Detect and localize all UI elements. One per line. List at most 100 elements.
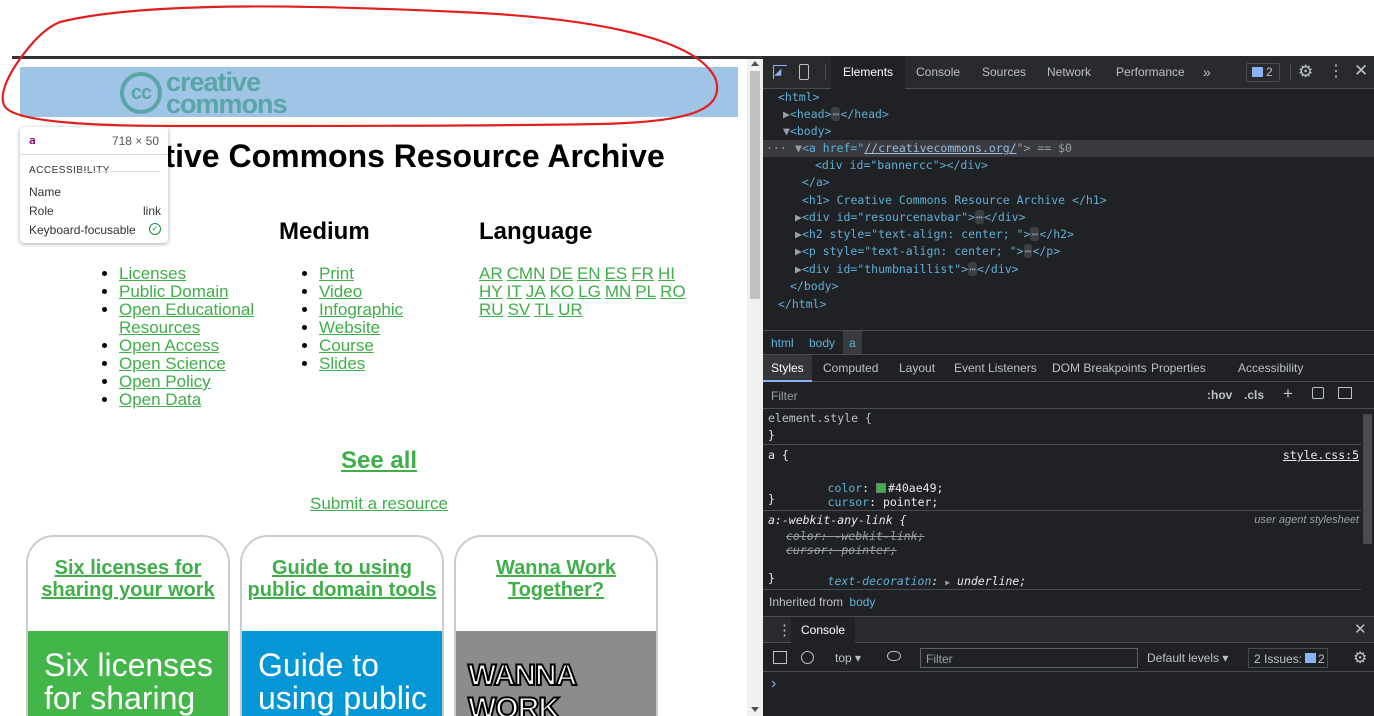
language-link[interactable]: FR	[631, 264, 654, 283]
settings-gear-icon[interactable]: ⚙	[1298, 63, 1313, 81]
card-title-link[interactable]: Wanna Work Together?	[496, 557, 616, 601]
card-title-link[interactable]: Guide to using public domain tools	[248, 557, 437, 601]
ua-rule-selector[interactable]: a:-webkit-any-link {	[768, 512, 906, 529]
paint-format-icon[interactable]	[1312, 387, 1324, 399]
log-levels-select[interactable]: Default levels ▾	[1147, 651, 1228, 665]
a-rule-selector[interactable]: a {	[768, 447, 789, 464]
dom-html-open[interactable]: <html>	[778, 89, 820, 106]
console-sidebar-icon[interactable]	[773, 651, 787, 664]
language-link[interactable]: AR	[479, 264, 503, 283]
sidebar-tab-layout[interactable]: Layout	[891, 355, 943, 382]
context-select[interactable]: top ▾	[835, 651, 861, 665]
scroll-up-icon[interactable]	[751, 61, 759, 66]
card-image[interactable]: WANNA WORK	[456, 631, 656, 716]
language-link[interactable]: JA	[526, 282, 546, 301]
language-link[interactable]: RU	[479, 300, 504, 319]
dom-html-close[interactable]: </html>	[778, 296, 826, 313]
type-link[interactable]: Resources	[119, 318, 200, 337]
type-link[interactable]: Open Access	[119, 336, 219, 355]
type-link[interactable]: Open Educational	[119, 300, 254, 319]
dom-div-thumb[interactable]: ▶<div id="thumbnaillist">⋯</div>	[795, 261, 1019, 278]
sidebar-tab-event-listeners[interactable]: Event Listeners	[946, 355, 1045, 382]
language-link[interactable]: CMN	[507, 264, 546, 283]
language-link[interactable]: DE	[549, 264, 573, 283]
sidebar-toggle-icon[interactable]	[1338, 387, 1352, 399]
medium-link[interactable]: Slides	[319, 354, 365, 373]
language-link[interactable]: IT	[507, 282, 522, 301]
console-prompt[interactable]: ›	[771, 675, 776, 693]
devtools-tab-network[interactable]: Network	[1035, 56, 1103, 89]
language-link[interactable]: KO	[550, 282, 575, 301]
style-css-link[interactable]: style.css:5	[1283, 447, 1359, 464]
resource-card[interactable]: Six licenses for sharing your work Six li…	[26, 535, 230, 716]
nav-collapsed[interactable]: ⋯	[975, 210, 984, 224]
resource-card[interactable]: Guide to using public domain tools Guide …	[240, 535, 444, 716]
language-link[interactable]: ES	[605, 264, 628, 283]
scroll-down-icon[interactable]	[751, 707, 759, 712]
dom-a-selected[interactable]: ▼<a href="//creativecommons.org/"> == $0	[795, 140, 1072, 157]
card-title-link[interactable]: Six licenses for sharing your work	[41, 557, 214, 601]
page-scrollbar[interactable]	[747, 59, 763, 716]
thumb-collapsed[interactable]: ⋯	[968, 262, 978, 276]
sidebar-tab-dom-breakpoints[interactable]: DOM Breakpoints	[1044, 355, 1155, 382]
styles-scrollbar-thumb[interactable]	[1363, 414, 1372, 544]
a-href-link[interactable]: //creativecommons.org/	[864, 141, 1016, 155]
type-link[interactable]: Licenses	[119, 264, 186, 283]
language-link[interactable]: EN	[577, 264, 601, 283]
cls-toggle[interactable]: .cls	[1244, 388, 1264, 402]
element-style-rule[interactable]: element.style {	[768, 410, 872, 427]
language-link[interactable]: HY	[479, 282, 503, 301]
medium-link[interactable]: Website	[319, 318, 380, 337]
type-link[interactable]: Public Domain	[119, 282, 229, 301]
cursor-declaration[interactable]: cursor: pointer;	[786, 477, 939, 509]
styles-scrollbar[interactable]	[1361, 409, 1374, 611]
new-rule-icon[interactable]: +	[1283, 384, 1293, 404]
live-expression-eye-icon[interactable]	[887, 651, 901, 661]
drawer-menu-icon[interactable]: ⋮	[777, 621, 792, 639]
card-image[interactable]: Six licenses for sharing	[28, 631, 228, 716]
sidebar-tab-styles[interactable]: Styles	[763, 355, 812, 382]
resource-card[interactable]: Wanna Work Together? WANNA WORK	[454, 535, 658, 716]
language-link[interactable]: UR	[558, 300, 583, 319]
console-filter-input[interactable]: Filter	[920, 648, 1138, 668]
issues-button[interactable]: 2	[1246, 63, 1280, 82]
more-tabs-icon[interactable]: »	[1203, 65, 1211, 79]
submit-resource-link[interactable]: Submit a resource	[310, 494, 448, 513]
medium-link[interactable]: Course	[319, 336, 374, 355]
see-all-link[interactable]: See all	[341, 447, 417, 474]
dom-h1[interactable]: <h1> Creative Commons Resource Archive <…	[802, 192, 1107, 209]
drawer-tab-console[interactable]: Console	[791, 617, 856, 643]
page-scrollbar-thumb[interactable]	[750, 71, 760, 299]
crumb-html[interactable]: html	[771, 336, 794, 350]
type-link[interactable]: Open Policy	[119, 372, 211, 391]
styles-filter-input[interactable]: Filter	[765, 385, 1195, 405]
dom-div-nav[interactable]: ▶<div id="resourcenavbar">⋯</div>	[795, 209, 1026, 226]
devtools-tab-performance[interactable]: Performance	[1104, 56, 1197, 89]
language-link[interactable]: PL	[635, 282, 656, 301]
hov-toggle[interactable]: :hov	[1207, 388, 1232, 402]
language-link[interactable]: SV	[508, 300, 531, 319]
language-link[interactable]: LG	[578, 282, 601, 301]
close-drawer-icon[interactable]: ✕	[1354, 620, 1367, 638]
inherited-from-body[interactable]: body	[849, 595, 875, 609]
dom-div-banner[interactable]: <div id="bannercc"></div>	[815, 157, 988, 174]
banner-link[interactable]: cc creative commons	[20, 67, 738, 118]
devtools-tab-elements[interactable]: Elements	[831, 56, 906, 89]
type-link[interactable]: Open Data	[119, 390, 201, 409]
type-link[interactable]: Open Science	[119, 354, 226, 373]
sidebar-tab-accessibility[interactable]: Accessibility	[1230, 355, 1311, 382]
dom-body-close[interactable]: </body>	[790, 278, 838, 295]
medium-link[interactable]: Infographic	[319, 300, 403, 319]
dom-a-close[interactable]: </a>	[802, 174, 830, 191]
cursor-value[interactable]: pointer;	[883, 495, 938, 509]
crumb-a[interactable]: a	[843, 331, 862, 354]
console-issues-button[interactable]: 2 Issues: 2	[1248, 648, 1328, 668]
medium-link[interactable]: Video	[319, 282, 362, 301]
card-image[interactable]: Guide to using public	[242, 631, 442, 716]
device-toggle-icon[interactable]	[799, 64, 809, 80]
language-link[interactable]: HI	[658, 264, 675, 283]
devtools-tab-console[interactable]: Console	[904, 56, 972, 89]
language-link[interactable]: TL	[534, 300, 554, 319]
dom-body[interactable]: ▼<body>	[783, 123, 831, 140]
clear-console-icon[interactable]	[801, 651, 814, 664]
